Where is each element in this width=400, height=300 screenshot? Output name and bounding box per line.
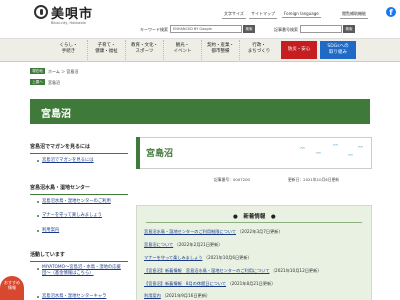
sidebar-link-manners[interactable]: マナーを守って楽しみましょう (42, 212, 102, 218)
foreign-language-link[interactable]: Foreign language (282, 10, 321, 18)
site-romaji: Bibai-city, Hokkaido (51, 21, 86, 25)
article-number: 記事番号：0007200 (214, 177, 250, 182)
breadcrumb-up-tag: 上層へ (30, 79, 45, 85)
news-title-text: 新着情報 (243, 214, 266, 220)
sidebar-link-miyatomo[interactable]: MIYATOMO〜宮島沼・水鳥・湿地の応援団〜（基金情報はこちら） (42, 265, 128, 277)
article-search-button[interactable]: 検索 (343, 25, 355, 33)
city-logo-icon[interactable] (34, 5, 48, 19)
sidebar-link-viewing[interactable]: 宮島沼でマガンを見るには (42, 157, 94, 163)
nav-administration[interactable]: 行政・ まちづくり (240, 40, 278, 60)
bullet-icon (37, 230, 39, 232)
keyword-search-label: キーワード検索 (140, 27, 168, 32)
news-item[interactable]: 利用案内 （2021年9月16日更新） (144, 293, 210, 299)
bullet-icon (37, 215, 39, 217)
news-item-link[interactable]: 宮島沼水鳥・湿地センターのご利用制限について (144, 229, 236, 234)
sidebar-link-character[interactable]: 宮島沼水鳥・湿地センターキャラ (42, 293, 106, 299)
news-title: ● 新着情報 ● (233, 214, 276, 220)
sidebar-heading-activities: 活動しています (30, 251, 128, 262)
news-item-date: （2021年10月12日更新） (270, 268, 322, 273)
site-name[interactable]: 美唄市 (51, 3, 93, 22)
nav-contract-industry[interactable]: 契約・産業・ 都市整備 (202, 40, 240, 60)
nav-sdgs[interactable]: SDGsへの 取り組み (320, 41, 356, 59)
nav-disaster-safety[interactable]: 防災・安心 (281, 41, 317, 59)
breadcrumb-current[interactable]: 宮島沼 (48, 80, 60, 86)
article-number-input[interactable] (300, 25, 342, 33)
content-title: 宮島沼 (146, 149, 174, 159)
bird-icon: ᨓ (348, 152, 354, 158)
bullet-icon (37, 296, 39, 298)
bird-icon: ᨓ (300, 145, 306, 151)
page-title: 宮島沼 (41, 109, 71, 120)
news-item-date: （2022年3月7日更新） (237, 229, 283, 234)
sidebar-link-center-use[interactable]: 宮島沼水鳥・湿地センターのご利用 (42, 198, 111, 204)
bird-icon: ᨓ (358, 144, 364, 150)
bullet-icon (37, 201, 39, 203)
sidebar-link-guide[interactable]: 利用案内 (42, 227, 59, 233)
page-title-bar (30, 99, 370, 124)
article-search-label: 記事番号検索 (274, 27, 298, 32)
update-date: 更新日：2021年10月6日更新 (288, 177, 340, 182)
recommend-badge[interactable]: おすすめ 情報 (0, 276, 24, 300)
font-size-link[interactable]: 文字サイズ (222, 10, 246, 19)
bird-icon: ᨓ (333, 142, 339, 148)
breadcrumb[interactable]: ホーム ＞ 宮島沼 (48, 69, 78, 75)
news-item-date: （2022年2月21日更新） (174, 242, 223, 247)
bird-icon: ᨓ (316, 150, 322, 156)
sitemap-link[interactable]: サイトマップ (249, 10, 277, 19)
bullet-icon (37, 160, 39, 162)
news-item[interactable]: 宮島沼について （2022年2月21日更新） (144, 242, 223, 248)
news-item-date: （2021年8月21日更新） (227, 281, 276, 286)
breadcrumb-location-tag: 現在地 (30, 68, 45, 74)
news-item-link[interactable]: 利用案内 (144, 293, 161, 298)
accessibility-link[interactable]: 閲覧補助機能 (340, 10, 368, 19)
nav-tourism-events[interactable]: 観光・ イベント (164, 40, 202, 60)
news-item[interactable]: 【宮島沼】新着情報 8月の休館日について （2021年8月21日更新） (144, 281, 275, 287)
keyword-search-button[interactable]: 検索 (243, 25, 255, 33)
nav-childcare-health[interactable]: 子育て・ 健康・福祉 (88, 40, 126, 60)
content-title-accent (136, 137, 140, 169)
news-item-date: （2021年10月6日更新） (203, 255, 252, 260)
nav-living[interactable]: くらし・ 手続き (50, 40, 88, 60)
news-item[interactable]: マナーを守って楽しみましょう （2021年10月6日更新） (144, 255, 252, 261)
news-item-link[interactable]: マナーを守って楽しみましょう (144, 255, 202, 260)
news-divider (146, 222, 362, 223)
nav-education-culture[interactable]: 教育・文化・ スポーツ (126, 40, 164, 60)
news-item[interactable]: 【宮島沼】新着情報 宮島沼水鳥・湿地センターのご利用について （2021年10月… (144, 268, 322, 274)
sidebar-heading-viewing: 宮島沼でマガンを見るには (30, 143, 128, 154)
facebook-icon[interactable]: f (386, 7, 396, 17)
news-item[interactable]: 宮島沼水鳥・湿地センターのご利用制限について （2022年3月7日更新） (144, 229, 283, 235)
news-item-link[interactable]: 【宮島沼】新着情報 8月の休館日について (144, 281, 226, 286)
sidebar-heading-center: 宮島沼水鳥・湿地センター (30, 184, 128, 195)
keyword-search-input[interactable]: ENHANCED BY Google (170, 25, 242, 33)
news-item-link[interactable]: 宮島沼について (144, 242, 173, 247)
news-item-date: （2021年9月16日更新） (162, 293, 211, 298)
news-item-link[interactable]: 【宮島沼】新着情報 宮島沼水鳥・湿地センターのご利用について (144, 268, 270, 273)
bullet-icon (37, 268, 39, 270)
